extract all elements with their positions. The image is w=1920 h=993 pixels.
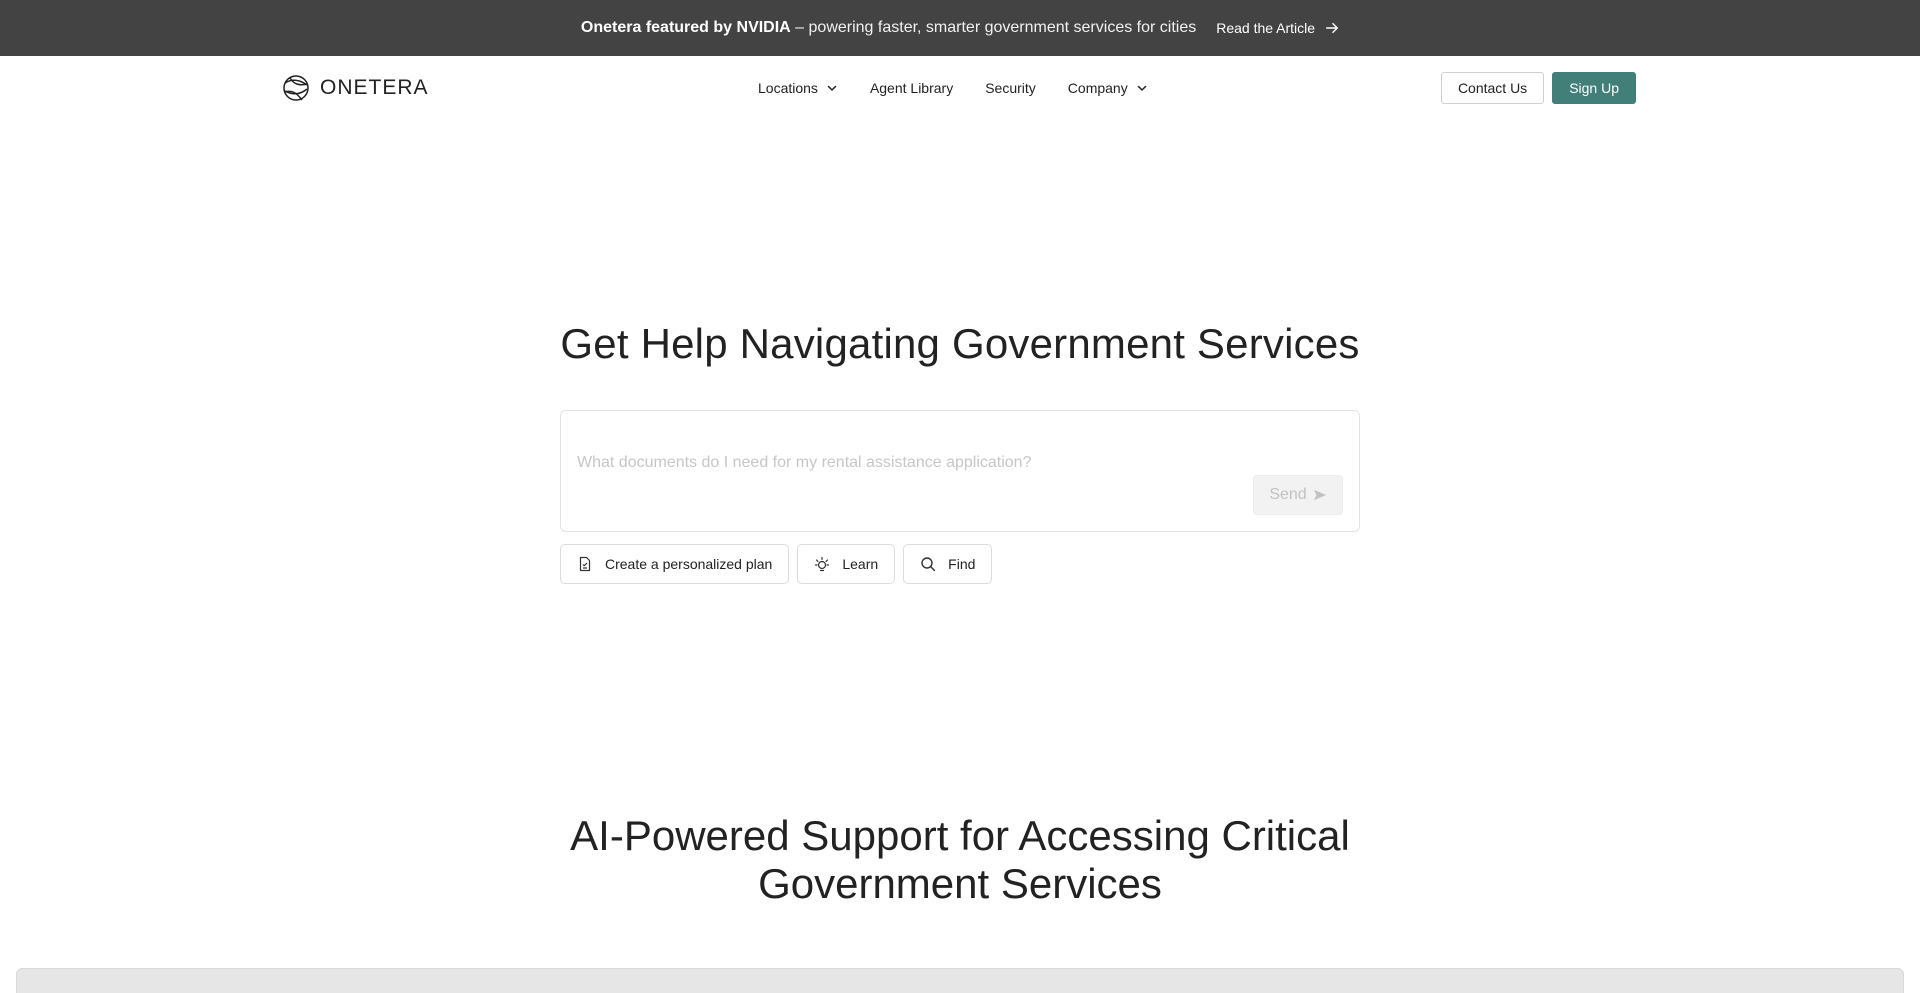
nav-actions: Contact Us Sign Up: [1440, 72, 1636, 104]
section-title: AI-Powered Support for Accessing Critica…: [0, 812, 1920, 908]
announcement-rest: – powering faster, smarter government se…: [790, 19, 1197, 36]
main-menu: Locations Agent Library Security Company: [758, 56, 1148, 120]
question-input[interactable]: [577, 449, 1277, 477]
read-article-link[interactable]: Read the Article: [1216, 20, 1339, 36]
chip-label-find: Find: [948, 556, 976, 572]
menu-label-security: Security: [985, 80, 1036, 96]
chip-create-plan[interactable]: Create a personalized plan: [560, 544, 790, 584]
chip-find[interactable]: Find: [903, 544, 993, 584]
announcement-text: Onetera featured by NVIDIA – powering fa…: [581, 19, 1196, 37]
chevron-down-icon: [827, 85, 837, 91]
chevron-down-icon: [1137, 85, 1146, 91]
menu-item-locations[interactable]: Locations: [758, 80, 838, 96]
menu-item-company[interactable]: Company: [1068, 80, 1148, 96]
read-article-label: Read the Article: [1216, 20, 1316, 36]
chip-learn[interactable]: Learn: [797, 544, 896, 584]
lightbulb-icon: [815, 556, 830, 572]
menu-label-locations: Locations: [758, 80, 818, 96]
hero-title: Get Help Navigating Government Services: [560, 320, 1360, 367]
menu-label-agent-library: Agent Library: [869, 80, 954, 96]
chip-label-learn: Learn: [842, 556, 879, 572]
feature-panel: [16, 968, 1904, 993]
send-button[interactable]: Send: [1253, 475, 1343, 515]
announcement-bar: Onetera featured by NVIDIA – powering fa…: [0, 0, 1920, 56]
suggestion-chips: Create a personalized plan Learn Find: [560, 544, 993, 584]
announcement-bold: Onetera featured by NVIDIA: [580, 19, 791, 36]
arrow-right-icon: [1326, 22, 1339, 34]
section-title-line1: AI-Powered Support for Accessing Critica…: [570, 812, 1350, 859]
menu-label-company: Company: [1067, 80, 1128, 96]
section-title-line2: Government Services: [758, 860, 1162, 907]
chip-label-create-plan: Create a personalized plan: [605, 556, 773, 572]
onetera-logo-icon: [283, 75, 309, 101]
search-icon: [921, 557, 936, 572]
sign-up-button[interactable]: Sign Up: [1552, 72, 1636, 104]
document-icon: [579, 556, 591, 572]
question-box: Send: [560, 410, 1360, 532]
navbar: ONETERA Locations Agent Library Security…: [0, 56, 1920, 120]
send-label: Send: [1269, 486, 1307, 503]
menu-item-agent-library[interactable]: Agent Library: [870, 80, 953, 96]
menu-item-security[interactable]: Security: [985, 80, 1036, 96]
send-icon: [1313, 489, 1326, 501]
brand-name: ONETERA: [320, 76, 429, 99]
contact-us-button[interactable]: Contact Us: [1440, 72, 1545, 104]
brand-logo[interactable]: ONETERA: [282, 72, 429, 104]
